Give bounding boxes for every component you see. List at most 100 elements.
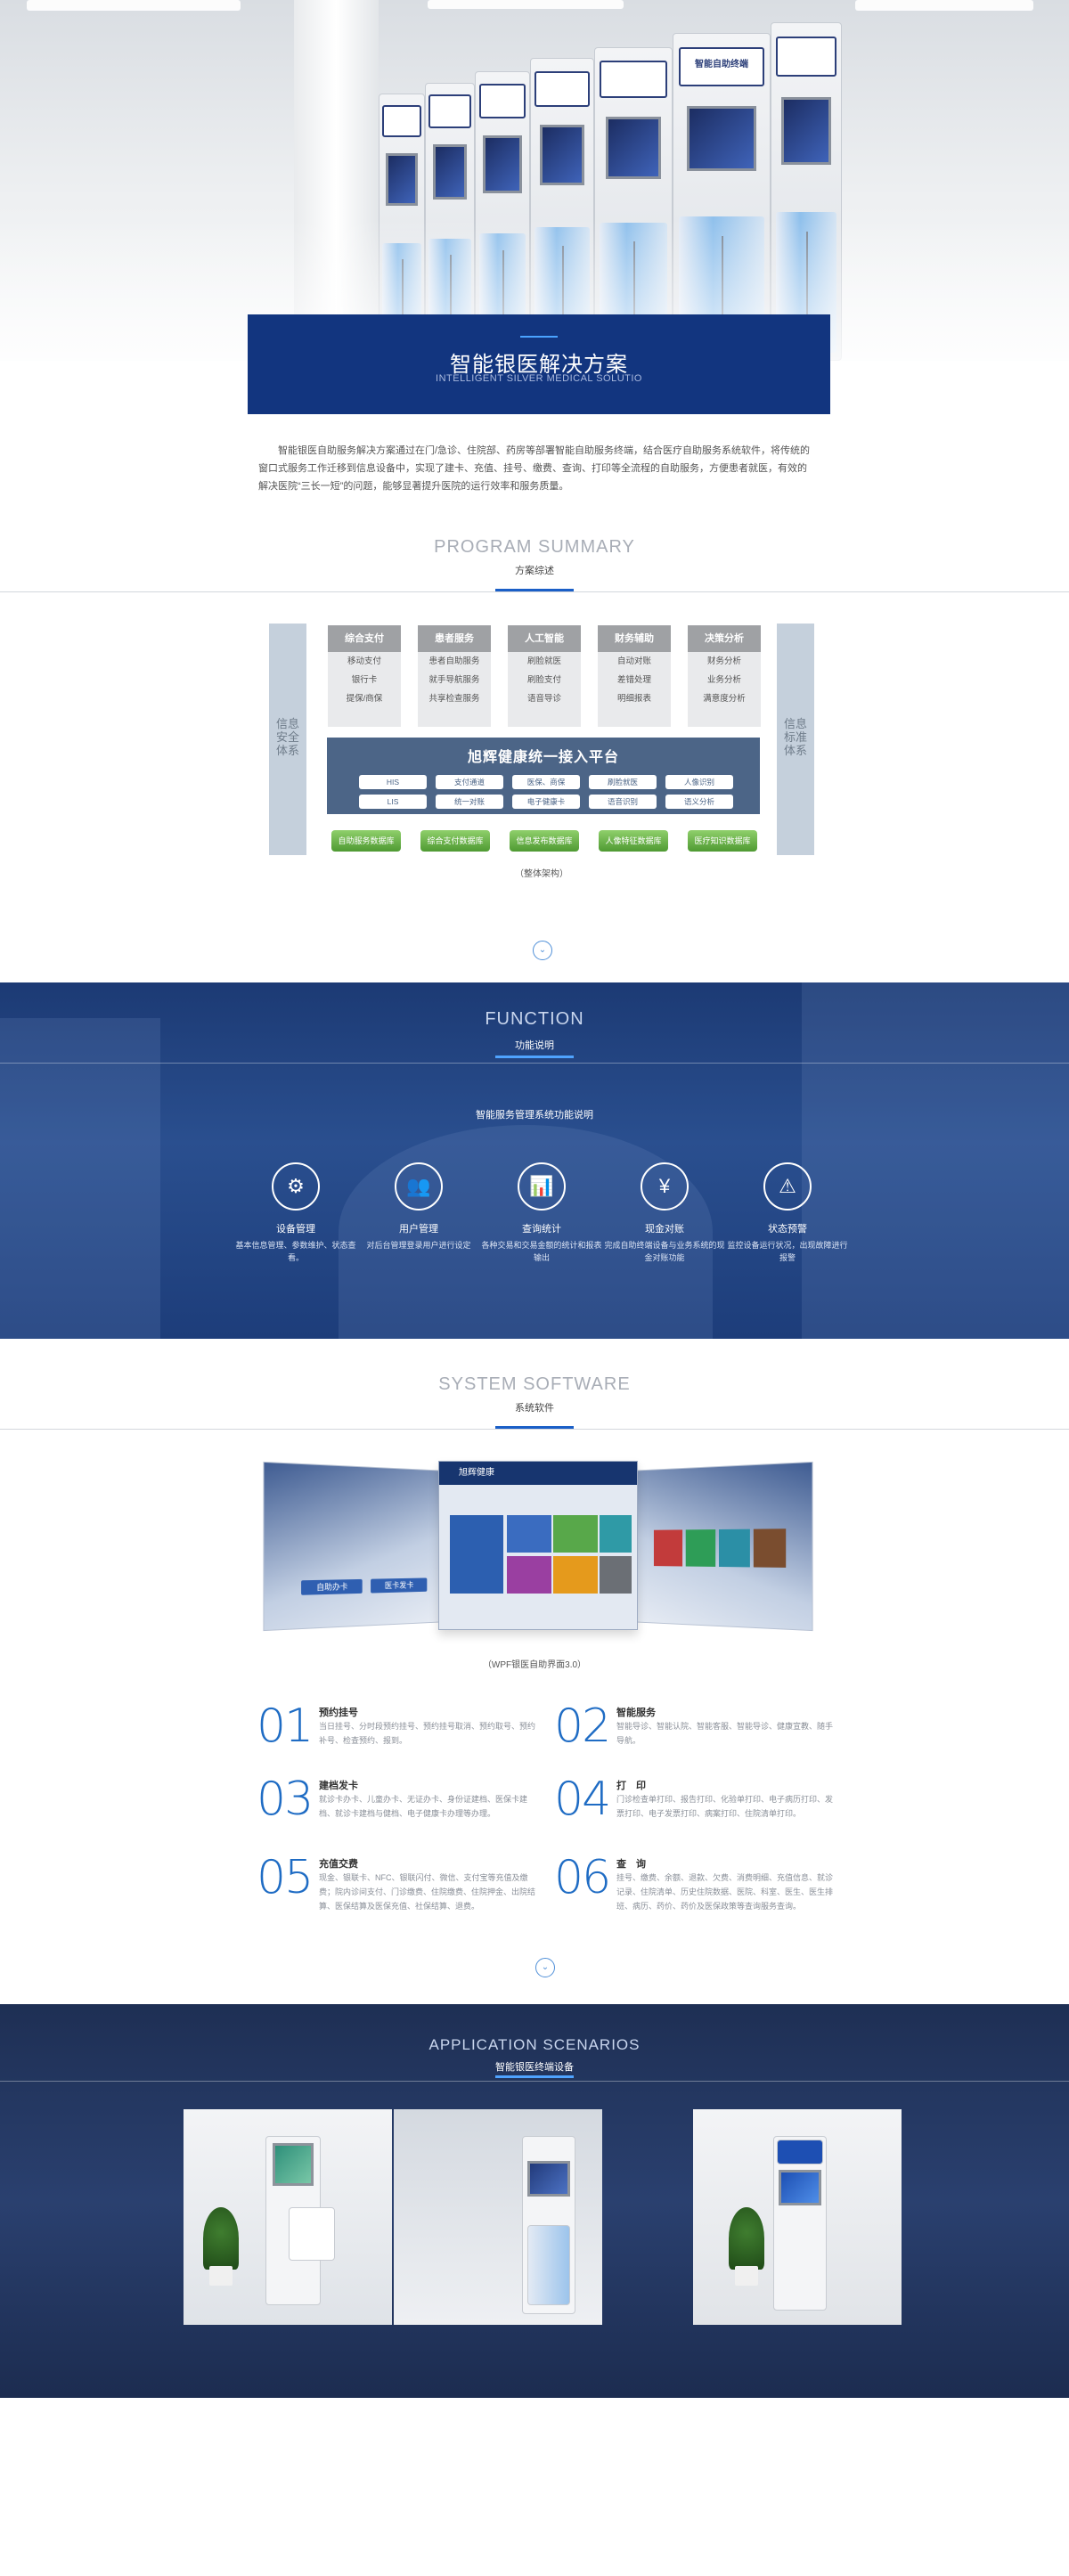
function-item-device: ⚙ 设备管理 基本信息管理、参数维护、状态查看。: [233, 1162, 358, 1264]
feature-number: 02: [554, 1700, 611, 1753]
screen-right: [634, 1461, 813, 1632]
function-title-cn: 功能说明: [515, 1040, 554, 1051]
hero-banner-image: 智能自助终端: [0, 0, 1069, 361]
feature-item: 03 建档发卡 就诊卡办卡、儿童办卡、无证办卡、身份证建档、医保卡建档、就诊卡建…: [257, 1774, 542, 1837]
platform-pill: 语义分析: [665, 795, 733, 809]
feature-desc: 现金、银联卡、NFC、银联闪付、微信、支付宝等充值及缴费；院内诊间支付、门诊缴费…: [319, 1873, 536, 1911]
platform-pill: LIS: [359, 795, 427, 809]
feature-number: 01: [257, 1700, 314, 1753]
security-system-bar: 信息安全体系: [269, 624, 306, 855]
function-item-desc: 基本信息管理、参数维护、状态查看。: [235, 1241, 356, 1262]
arch-column: 综合支付 移动支付 银行卡 提保/商保: [328, 625, 401, 727]
arch-column-title: 患者服务: [418, 625, 491, 652]
gears-icon: ⚙: [272, 1162, 320, 1211]
architecture-caption: （整体架构）: [515, 869, 568, 879]
feature-desc: 智能导诊、智能认院、智能客服、智能导诊、健康宣教、随手导航。: [616, 1722, 834, 1745]
platform-pill: 医保、商保: [512, 775, 580, 789]
application-title-en: APPLICATION SCENARIOS: [428, 2036, 641, 2053]
platform-pill: 刷脸就医: [589, 775, 657, 789]
function-divider: [0, 1063, 1069, 1064]
function-item-title: 现金对账: [645, 1224, 684, 1235]
summary-title-cn: 方案综述: [515, 566, 554, 576]
arch-column-title: 决策分析: [688, 625, 761, 652]
intro-paragraph: 智能银医自助服务解决方案通过在门/急诊、住院部、药房等部署智能自助服务终端，结合…: [258, 445, 811, 492]
function-item-desc: 各种交易和交易金额的统计和报表输出: [481, 1241, 602, 1262]
function-item-title: 查询统计: [522, 1224, 561, 1235]
platform-pill: 电子健康卡: [512, 795, 580, 809]
function-section: FUNCTION 功能说明 智能服务管理系统功能说明 ⚙ 设备管理 基本信息管理…: [0, 982, 1069, 1339]
alarm-icon: ⚠: [763, 1162, 812, 1211]
application-title-cn: 智能银医终端设备: [495, 2062, 574, 2073]
screen-left: 自助办卡 医卡发卡: [263, 1461, 442, 1632]
feature-item: 06 查 询 挂号、缴费、余额、退款、欠费、消费明细、充值信息、就诊记录、住院清…: [554, 1853, 839, 1915]
feature-number: 04: [554, 1773, 611, 1826]
arch-column-item: 差错处理: [616, 675, 651, 685]
software-caption: （WPF银医自助界面3.0）: [482, 1660, 587, 1670]
function-item-desc: 监控设备运行状况，出现故障进行报警: [727, 1241, 848, 1262]
feature-desc: 挂号、缴费、余额、退款、欠费、消费明细、充值信息、就诊记录、住院清单、历史住院数…: [616, 1873, 834, 1911]
function-item-stats: 📊 查询统计 各种交易和交易金额的统计和报表输出: [479, 1162, 604, 1264]
feature-desc: 门诊检查单打印、报告打印、化验单打印、电子病历打印、发票打印、电子发票打印、病案…: [616, 1795, 834, 1818]
application-underline: [495, 2075, 574, 2078]
screen-button: 自助办卡: [301, 1578, 363, 1595]
function-item-title: 设备管理: [276, 1224, 315, 1235]
database-node: 人像特征数据库: [599, 830, 668, 852]
screen-center: 旭辉健康: [438, 1461, 638, 1630]
function-item-title: 用户管理: [399, 1224, 438, 1235]
function-item-alarm: ⚠ 状态预警 监控设备运行状况，出现故障进行报警: [725, 1162, 850, 1264]
feature-number: 03: [257, 1773, 314, 1826]
feature-title: 智能服务: [616, 1708, 656, 1718]
arch-column-title: 人工智能: [508, 625, 581, 652]
arch-column-item: 满意度分析: [703, 694, 746, 704]
software-title-cn: 系统软件: [515, 1403, 554, 1414]
function-title-en: FUNCTION: [485, 1009, 584, 1029]
feature-title: 预约挂号: [319, 1708, 358, 1718]
arch-column: 患者服务 患者自助服务 就手导航服务 共享检查服务: [418, 625, 491, 727]
function-item-desc: 对后台管理登录用户进行设定: [366, 1241, 471, 1250]
platform-pill: 人像识别: [665, 775, 733, 789]
database-node: 信息发布数据库: [510, 830, 579, 852]
scroll-down-icon[interactable]: ⌄: [533, 941, 552, 960]
architecture-diagram: 信息安全体系 信息标准体系 综合支付 移动支付 银行卡 提保/商保 患者服务 患…: [269, 624, 814, 882]
arch-column-item: 共享检查服务: [428, 694, 480, 704]
summary-divider: [0, 591, 1069, 592]
arch-column-title: 综合支付: [328, 625, 401, 652]
arch-column-item: 业务分析: [706, 675, 741, 685]
standard-system-bar: 信息标准体系: [777, 624, 814, 855]
function-item-cash: ¥ 现金对账 完成自助终端设备与业务系统的现金对账功能: [602, 1162, 727, 1264]
arch-column-item: 刷脸就医: [526, 656, 561, 666]
standard-system-label: 信息标准体系: [783, 717, 807, 757]
summary-header: PROGRAM SUMMARY 方案综述: [0, 537, 1069, 577]
platform-pill: 语音识别: [589, 795, 657, 809]
arch-column-item: 明细报表: [616, 694, 651, 704]
scroll-down-icon[interactable]: ⌄: [535, 1958, 555, 1977]
software-title-en: SYSTEM SOFTWARE: [438, 1374, 631, 1394]
function-lead: 智能服务管理系统功能说明: [476, 1110, 593, 1121]
arch-column-item: 患者自助服务: [428, 656, 480, 666]
screen-brand: 旭辉健康: [439, 1462, 637, 1485]
platform-title: 旭辉健康统一接入平台: [467, 750, 619, 765]
function-item-title: 状态预警: [768, 1224, 807, 1235]
hero-title-panel: 智能银医解决方案 INTELLIGENT SILVER MEDICAL SOLU…: [248, 314, 830, 414]
application-section: APPLICATION SCENARIOS 智能银医终端设备: [0, 2004, 1069, 2398]
arch-column-item: 就手导航服务: [428, 675, 480, 685]
arch-column-item: 语音导诊: [526, 694, 561, 704]
platform-pill: 统一对账: [436, 795, 503, 809]
feature-title: 建档发卡: [319, 1781, 358, 1791]
terminal-photo: [184, 2109, 392, 2325]
arch-column-item: 财务分析: [706, 656, 741, 666]
summary-title-en: PROGRAM SUMMARY: [434, 537, 635, 557]
database-node: 综合支付数据库: [420, 830, 490, 852]
arch-column-item: 移动支付: [347, 656, 381, 666]
chart-icon: 📊: [518, 1162, 566, 1211]
software-header: SYSTEM SOFTWARE 系统软件: [0, 1374, 1069, 1414]
software-divider: [0, 1429, 1069, 1430]
users-icon: 👥: [395, 1162, 443, 1211]
feature-title: 充值交费: [319, 1859, 358, 1870]
feature-desc: 当日挂号、分时段预约挂号、预约挂号取消、预约取号、预约补号、检查预约、报到。: [319, 1722, 536, 1745]
platform-pill: HIS: [359, 775, 427, 789]
feature-title: 查 询: [616, 1859, 646, 1870]
security-system-label: 信息安全体系: [275, 717, 299, 757]
unified-access-platform: 旭辉健康统一接入平台 HIS 支付通道 医保、商保 刷脸就医 人像识别 LIS …: [327, 738, 760, 814]
database-node: 医疗知识数据库: [688, 830, 757, 852]
